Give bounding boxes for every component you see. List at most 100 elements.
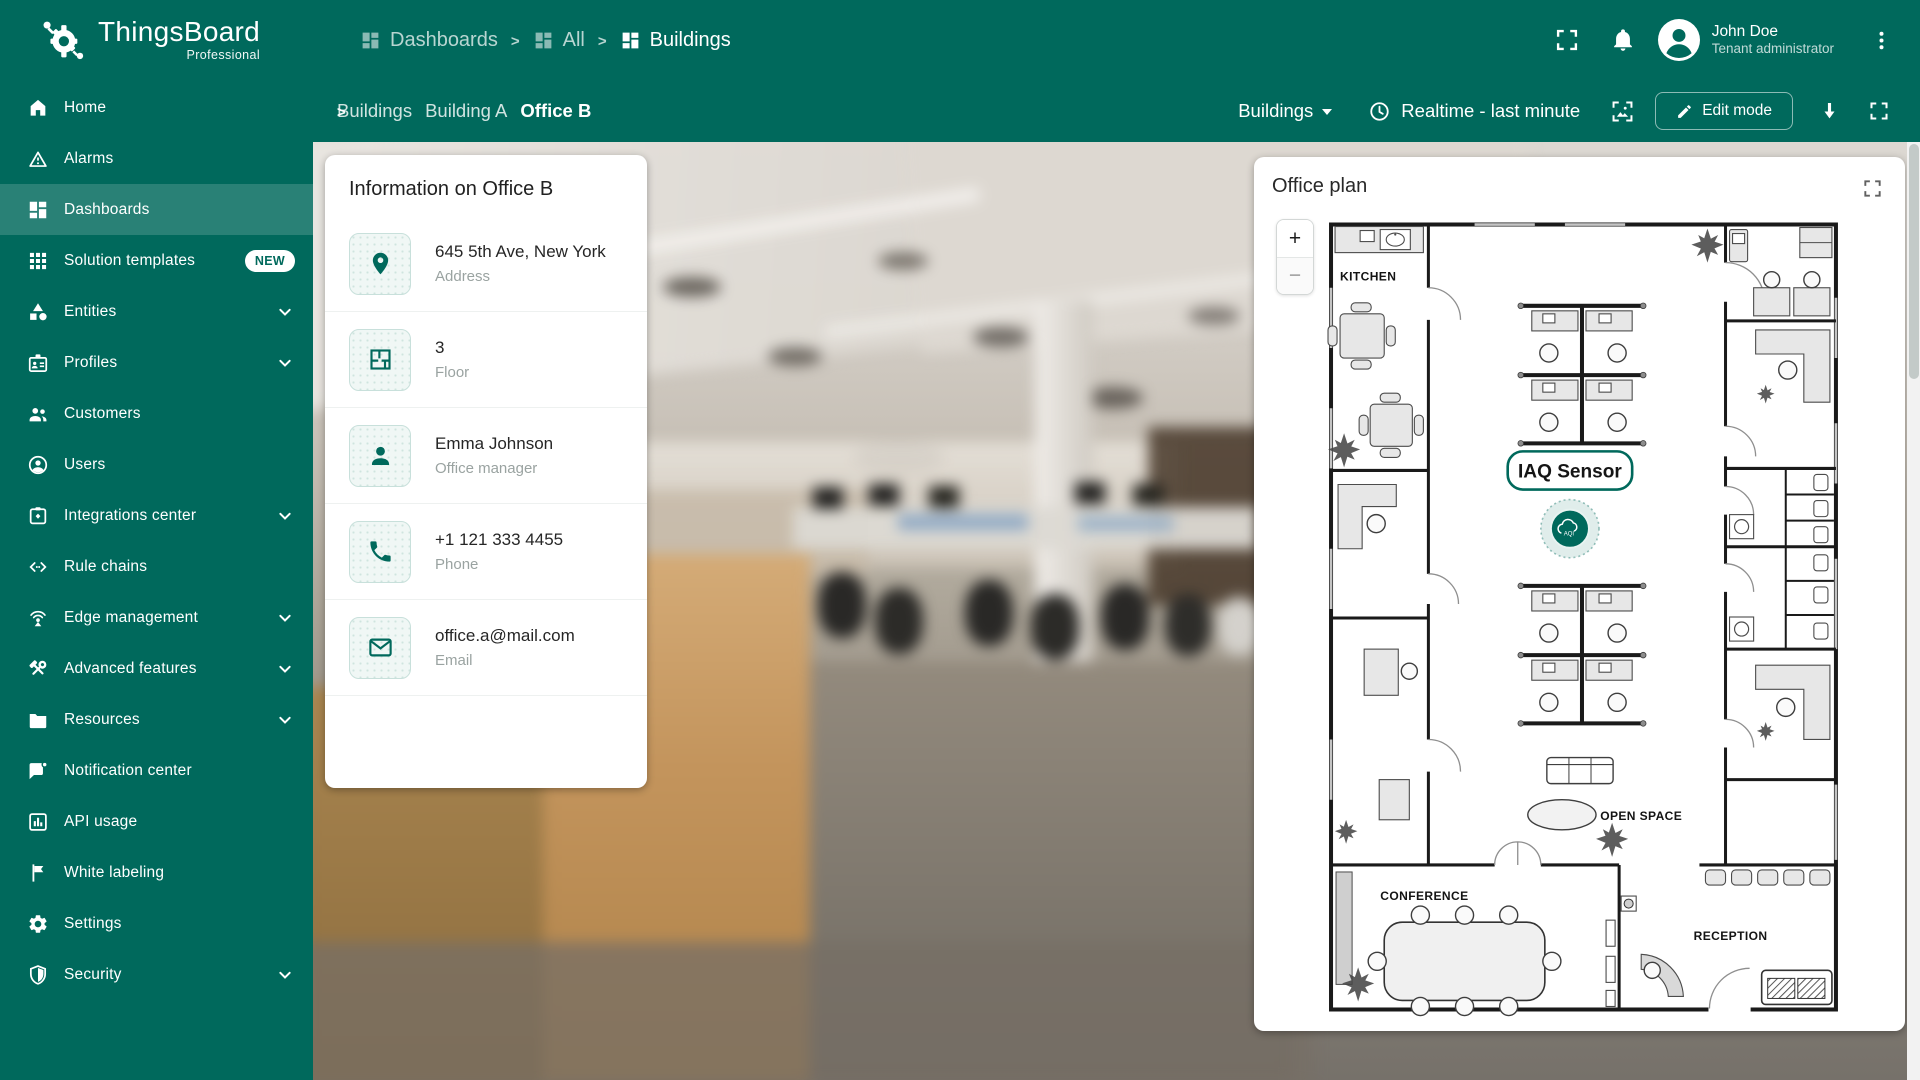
sidebar-item-profiles[interactable]: Profiles (0, 337, 313, 388)
info-value: Emma Johnson (435, 434, 553, 454)
vertical-scrollbar[interactable] (1907, 142, 1920, 1080)
zoom-in-button[interactable]: + (1277, 220, 1313, 257)
home-icon (27, 97, 49, 119)
breadcrumb-buildings[interactable]: Buildings (620, 29, 731, 52)
hammer-wrench-icon (27, 658, 49, 680)
sidebar: Home Alarms Dashboards Solution template… (0, 80, 313, 1080)
sidebar-item-alarms[interactable]: Alarms (0, 133, 313, 184)
floor-plan[interactable]: IAQ Sensor AQI (1324, 217, 1850, 1017)
crumb-buildings[interactable]: Buildings (337, 100, 412, 122)
icon-tile (349, 233, 411, 295)
user-info: John Doe Tenant administrator (1712, 22, 1834, 58)
sensor-glyph-text: AQI (1564, 532, 1575, 538)
user-avatar[interactable] (1658, 19, 1700, 61)
edit-mode-button[interactable]: Edit mode (1655, 92, 1793, 130)
location-pin-icon (367, 250, 394, 277)
sidebar-item-solution-templates[interactable]: Solution templates NEW (0, 235, 313, 286)
sidebar-item-rule-chains[interactable]: Rule chains (0, 541, 313, 592)
thingsboard-logo[interactable]: ThingsBoard Professional (40, 17, 260, 63)
account-circle-icon (27, 454, 49, 476)
flag-icon (27, 862, 49, 884)
open-space-label: OPEN SPACE (1600, 809, 1682, 823)
people-icon (27, 403, 49, 425)
sidebar-item-api-usage[interactable]: API usage (0, 796, 313, 847)
sidebar-item-edge-management[interactable]: Edge management (0, 592, 313, 643)
info-row-text: 3 Floor (435, 338, 469, 382)
timewindow-button[interactable]: Realtime - last minute (1368, 100, 1580, 123)
kebab-menu-icon (1870, 29, 1893, 52)
sidebar-item-home[interactable]: Home (0, 82, 313, 133)
sidebar-item-customers[interactable]: Customers (0, 388, 313, 439)
info-row-floor: 3 Floor (325, 312, 647, 408)
shield-icon (27, 964, 49, 986)
sidebar-item-white-labeling[interactable]: White labeling (0, 847, 313, 898)
left-offices (1332, 484, 1418, 846)
iaq-sensor-marker[interactable]: IAQ Sensor AQI (1508, 451, 1632, 557)
sidebar-item-integrations-center[interactable]: Integrations center (0, 490, 313, 541)
info-card-title: Information on Office B (325, 155, 647, 216)
thingsboard-app: ThingsBoard Professional Dashboards > Al… (0, 0, 1920, 1080)
fullscreen-button[interactable] (1546, 19, 1588, 61)
sidebar-item-label: Home (64, 99, 106, 117)
conference-room (1336, 872, 1615, 1016)
info-label: Phone (435, 556, 563, 573)
fullscreen-icon (1862, 178, 1883, 199)
breadcrumb-label: Dashboards (390, 29, 498, 52)
dashboard-canvas: Information on Office B 645 5th Ave, New… (313, 142, 1920, 1080)
sidebar-item-resources[interactable]: Resources (0, 694, 313, 745)
breadcrumb-separator: > (337, 102, 346, 121)
sidebar-item-label: Entities (64, 303, 116, 321)
sidebar-item-notification-center[interactable]: Notification center (0, 745, 313, 796)
id-badge-icon (27, 352, 49, 374)
breadcrumb-label: Buildings (650, 29, 731, 52)
conference-label: CONFERENCE (1380, 889, 1468, 903)
zoom-out-button[interactable]: − (1277, 257, 1313, 294)
chevron-down-icon (275, 608, 295, 628)
chevron-down-icon (275, 965, 295, 985)
pencil-icon (1676, 103, 1693, 120)
reception-label: RECEPTION (1694, 929, 1768, 943)
sidebar-item-label: Customers (64, 405, 141, 423)
sidebar-item-label: Edge management (64, 609, 198, 627)
info-row-email: office.a@mail.com Email (325, 600, 647, 696)
background-image-button[interactable] (1610, 99, 1635, 124)
crumb-office-b: Office B (520, 100, 591, 122)
breadcrumb-all[interactable]: All (533, 29, 585, 52)
sidebar-item-label: Solution templates (64, 252, 195, 270)
info-label: Floor (435, 364, 469, 381)
info-label: Office manager (435, 460, 553, 477)
chevron-down-icon (275, 302, 295, 322)
thingsboard-logo-icon (40, 17, 86, 63)
notifications-button[interactable] (1602, 19, 1644, 61)
edit-mode-label: Edit mode (1702, 102, 1772, 120)
top-breadcrumb: Dashboards > All > Buildings (360, 0, 731, 80)
chevron-down-icon (275, 506, 295, 526)
chevron-down-icon (275, 659, 295, 679)
dashboard-state-selector[interactable]: Buildings (1238, 100, 1332, 122)
plan-fullscreen-button[interactable] (1855, 171, 1889, 205)
iaq-sensor-label: IAQ Sensor (1518, 461, 1622, 482)
sidebar-item-dashboards[interactable]: Dashboards (0, 184, 313, 235)
export-download-button[interactable] (1817, 99, 1842, 124)
breadcrumb-dashboards[interactable]: Dashboards (360, 29, 498, 52)
logo-text: ThingsBoard Professional (98, 18, 260, 62)
sensor-circle-icon (1551, 510, 1589, 548)
chevron-down-icon (275, 353, 295, 373)
scrollbar-thumb[interactable] (1909, 144, 1919, 379)
sidebar-item-entities[interactable]: Entities (0, 286, 313, 337)
sidebar-item-security[interactable]: Security (0, 949, 313, 1000)
state-selector-label: Buildings (1238, 100, 1313, 122)
toolbar-fullscreen-button[interactable] (1868, 100, 1890, 122)
info-row-text: Emma Johnson Office manager (435, 434, 553, 478)
sidebar-item-label: API usage (64, 813, 137, 831)
sidebar-item-settings[interactable]: Settings (0, 898, 313, 949)
sidebar-item-advanced-features[interactable]: Advanced features (0, 643, 313, 694)
dashboards-icon (27, 199, 49, 221)
dashboard-toolbar: Buildings > Building A > Office B Buildi… (313, 80, 1920, 142)
more-menu-button[interactable] (1860, 19, 1902, 61)
sidebar-item-users[interactable]: Users (0, 439, 313, 490)
info-value: 3 (435, 338, 469, 358)
crumb-building-a[interactable]: Building A (425, 100, 507, 122)
sidebar-item-label: Security (64, 966, 122, 984)
new-badge: NEW (245, 250, 295, 272)
